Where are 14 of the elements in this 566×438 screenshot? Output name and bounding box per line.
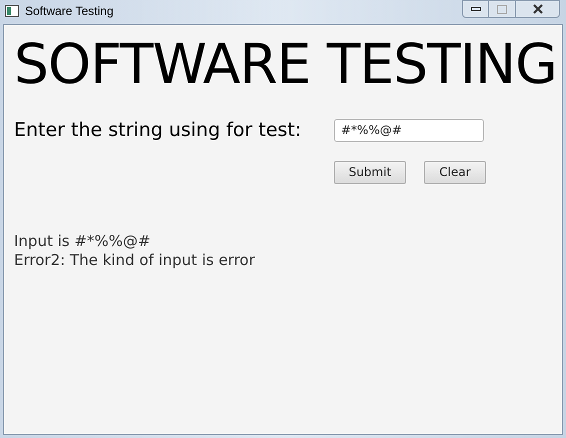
prompt-label: Enter the string using for test:	[14, 118, 302, 143]
minimize-button[interactable]	[462, 0, 489, 18]
app-icon	[5, 5, 19, 17]
output-line: Error2: The kind of input is error	[14, 250, 256, 270]
minimize-icon	[470, 7, 480, 11]
string-input-field[interactable]: #*%%@#	[334, 118, 484, 142]
page-heading: SOFTWARE TESTING	[14, 32, 558, 96]
submit-button[interactable]: Submit	[334, 160, 406, 184]
output-line: Input is #*%%@#	[14, 232, 152, 250]
clear-button[interactable]: Clear	[424, 160, 486, 184]
close-button[interactable]	[515, 0, 560, 18]
window-title: Software Testing	[25, 3, 114, 20]
close-icon	[532, 4, 544, 14]
maximize-icon	[497, 4, 507, 14]
